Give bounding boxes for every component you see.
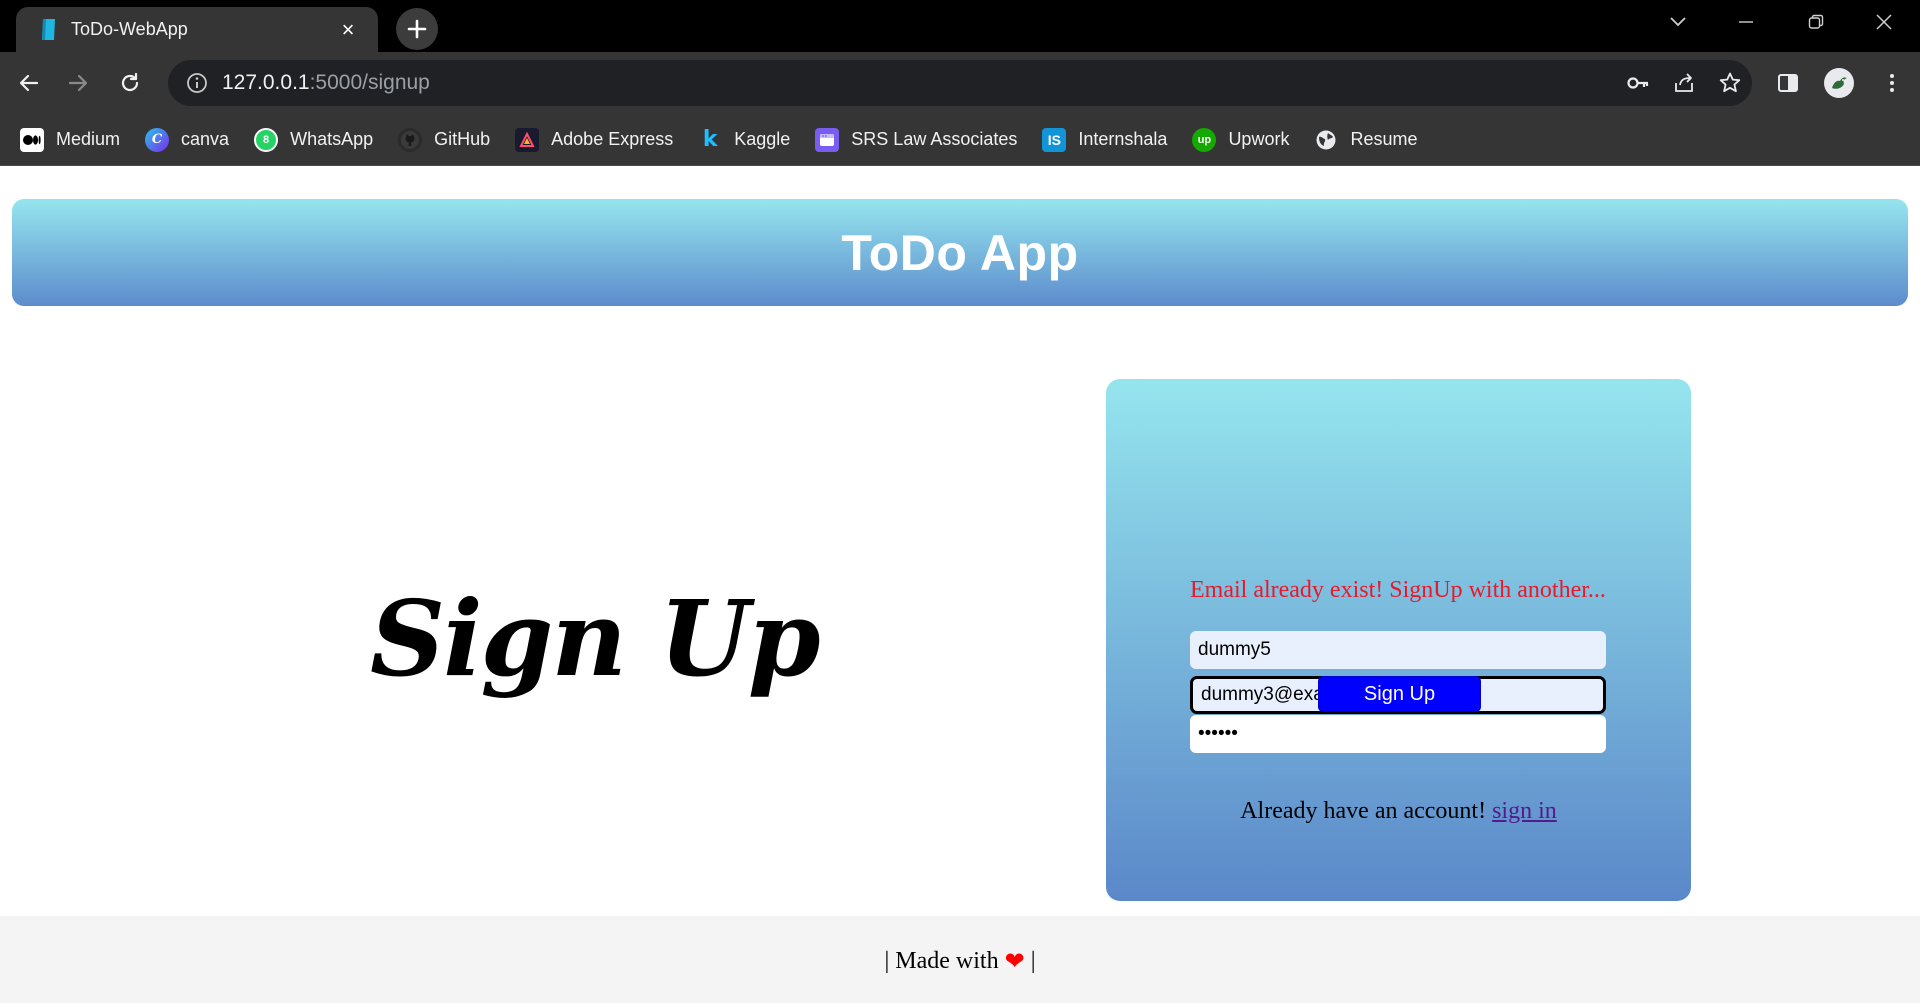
page-content: ToDo App Sign Up Email already exist! Si… — [0, 167, 1920, 1003]
bookmark-github[interactable]: GitHub — [398, 127, 490, 152]
email-error-message: Email already exist! SignUp with another… — [1190, 577, 1606, 603]
bookmark-whatsapp[interactable]: 8 WhatsApp — [254, 127, 373, 152]
app-header: ToDo App — [12, 199, 1908, 306]
bookmark-internshala[interactable]: IS Internshala — [1042, 127, 1167, 152]
browser-tab[interactable]: ToDo-WebApp × — [16, 7, 378, 52]
close-window-icon[interactable] — [1862, 8, 1906, 36]
tab-title: ToDo-WebApp — [71, 19, 188, 39]
internshala-icon: IS — [1042, 127, 1067, 152]
site-info-icon[interactable] — [186, 72, 208, 94]
footer-suffix: | — [1030, 948, 1036, 974]
minimize-icon[interactable] — [1724, 8, 1768, 36]
have-account-label: Already have an account! — [1240, 798, 1493, 824]
footer: | Made with ❤ | — [0, 916, 1920, 1003]
have-account-text: Already have an account! sign in — [1106, 798, 1691, 825]
footer-prefix: | Made with — [884, 948, 999, 974]
username-input[interactable] — [1190, 631, 1606, 669]
bookmark-canva[interactable]: C canva — [145, 127, 229, 152]
tab-search-icon[interactable] — [1656, 8, 1700, 36]
tab-strip: ToDo-WebApp × — [0, 0, 1920, 52]
address-bar[interactable]: 127.0.0.1:5000/signup — [168, 60, 1752, 106]
app-title: ToDo App — [841, 224, 1079, 281]
signup-heading: Sign Up — [370, 577, 821, 700]
side-panel-icon[interactable] — [1771, 66, 1805, 100]
bookmark-kaggle[interactable]: k Kaggle — [698, 127, 790, 152]
url-path: :5000/signup — [309, 71, 430, 94]
bookmark-srs-law[interactable]: SRS Law Associates — [815, 127, 1017, 152]
canva-icon: C — [145, 127, 170, 152]
forward-icon[interactable] — [61, 66, 95, 100]
back-icon[interactable] — [12, 66, 46, 100]
bookmarks-bar: Medium C canva 8 WhatsApp GitHub Adobe E… — [0, 114, 1920, 166]
adobe-express-icon — [515, 127, 540, 152]
avatar — [1824, 68, 1854, 98]
medium-icon — [20, 127, 44, 152]
bookmark-star-icon[interactable] — [1718, 71, 1742, 95]
github-icon — [398, 127, 423, 152]
bookmark-medium[interactable]: Medium — [20, 127, 120, 152]
heart-icon: ❤ — [1004, 948, 1025, 975]
upwork-icon: up — [1192, 127, 1217, 152]
tab-close-icon[interactable]: × — [334, 16, 362, 44]
share-icon[interactable] — [1672, 71, 1696, 95]
menu-kebab-icon[interactable] — [1875, 66, 1909, 100]
kaggle-icon: k — [702, 127, 718, 152]
bookmark-adobe-express[interactable]: Adobe Express — [515, 127, 673, 152]
new-tab-button[interactable] — [396, 8, 438, 50]
url-host: 127.0.0.1 — [222, 71, 310, 94]
signup-card: Email already exist! SignUp with another… — [1106, 379, 1691, 901]
plus-icon — [407, 19, 427, 39]
profile-avatar[interactable] — [1822, 66, 1856, 100]
todo-favicon-icon — [42, 19, 55, 40]
signup-button[interactable]: Sign Up — [1318, 676, 1481, 712]
reload-icon[interactable] — [113, 66, 147, 100]
whatsapp-icon: 8 — [254, 127, 279, 152]
restore-icon[interactable] — [1794, 8, 1838, 36]
globe-icon — [1314, 128, 1338, 152]
password-field[interactable] — [1190, 715, 1606, 753]
bookmark-resume[interactable]: Resume — [1314, 128, 1417, 152]
signin-link[interactable]: sign in — [1492, 798, 1557, 824]
key-icon[interactable] — [1626, 71, 1650, 95]
bookmark-upwork[interactable]: up Upwork — [1192, 127, 1289, 152]
srs-law-icon — [815, 127, 840, 152]
browser-toolbar: 127.0.0.1:5000/signup — [0, 52, 1920, 114]
